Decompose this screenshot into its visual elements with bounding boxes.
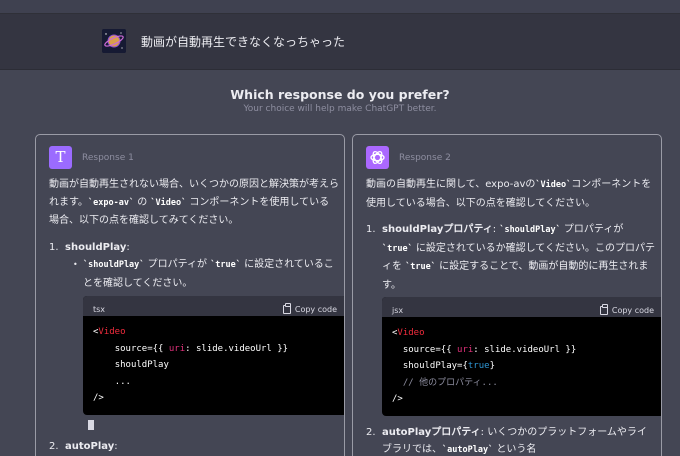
openai-logo-icon: [370, 150, 385, 165]
response-2-body: 動画の自動再生に関して、expo-avの`Video`コンポーネントを使用してい…: [366, 176, 661, 456]
preference-subtitle: Your choice will help make ChatGPT bette…: [243, 104, 437, 114]
response-2-list-item: 2. autoPlayプロパティ: いくつかのプラットフォームやライブラリでは、…: [366, 426, 647, 456]
top-strip: [0, 0, 680, 14]
response-1-intro: 動画が自動再生されない場合、いくつかの原因と解決策が考えられます。`expo-a…: [49, 179, 339, 226]
user-message-row: 動画が自動再生できなくなっちゃった: [0, 14, 680, 70]
response-1-list-item: 1. shouldPlay: • `shouldPlay` プロパティが `tr…: [49, 239, 344, 437]
copy-code-button[interactable]: Copy code: [282, 301, 337, 319]
user-message: 動画が自動再生できなくなっちゃった: [141, 35, 346, 49]
response-1-list-item: 2. autoPlay:: [49, 441, 118, 452]
response-1-label: Response 1: [82, 153, 134, 163]
code-language-label: tsx: [93, 305, 106, 314]
clipboard-icon: [282, 303, 291, 315]
response-2-label: Response 2: [399, 153, 451, 163]
copy-code-button[interactable]: Copy code: [599, 302, 654, 320]
response-1-badge-letter: T: [55, 148, 66, 166]
response-1-badge: T: [49, 146, 72, 169]
clipboard-icon: [599, 304, 608, 316]
response-2-card[interactable]: Response 2 動画の自動再生に関して、expo-avの`Video`コン…: [352, 134, 662, 456]
response-2-list-item: 1. shouldPlayプロパティ: `shouldPlay` プロパティが …: [366, 221, 661, 416]
typing-cursor: [88, 419, 94, 430]
response-1-sub-item: • `shouldPlay` プロパティが `true` に設定されていることを…: [65, 256, 344, 436]
response-2-code-block: jsx Copy code <Video source={{ uri: slid…: [382, 297, 661, 416]
response-2-badge: [366, 146, 389, 169]
planet-avatar-icon: [102, 29, 126, 53]
response-1-card[interactable]: T Response 1 動画が自動再生されない場合、いくつかの原因と解決策が考…: [35, 134, 345, 456]
response-1-body: 動画が自動再生されない場合、いくつかの原因と解決策が考えられます。`expo-a…: [49, 176, 344, 456]
preference-title: Which response do you prefer?: [230, 87, 450, 102]
code-content: <Video source={{ uri: slide.videoUrl }} …: [392, 328, 577, 404]
response-2-intro: 動画の自動再生に関して、expo-avの`Video`コンポーネントを使用してい…: [366, 179, 652, 209]
code-language-label: jsx: [392, 306, 404, 315]
response-1-code-block: tsx Copy code <Video source={{ uri: slid…: [83, 296, 344, 415]
code-content: <Video source={{ uri: slide.videoUrl }} …: [93, 327, 289, 403]
